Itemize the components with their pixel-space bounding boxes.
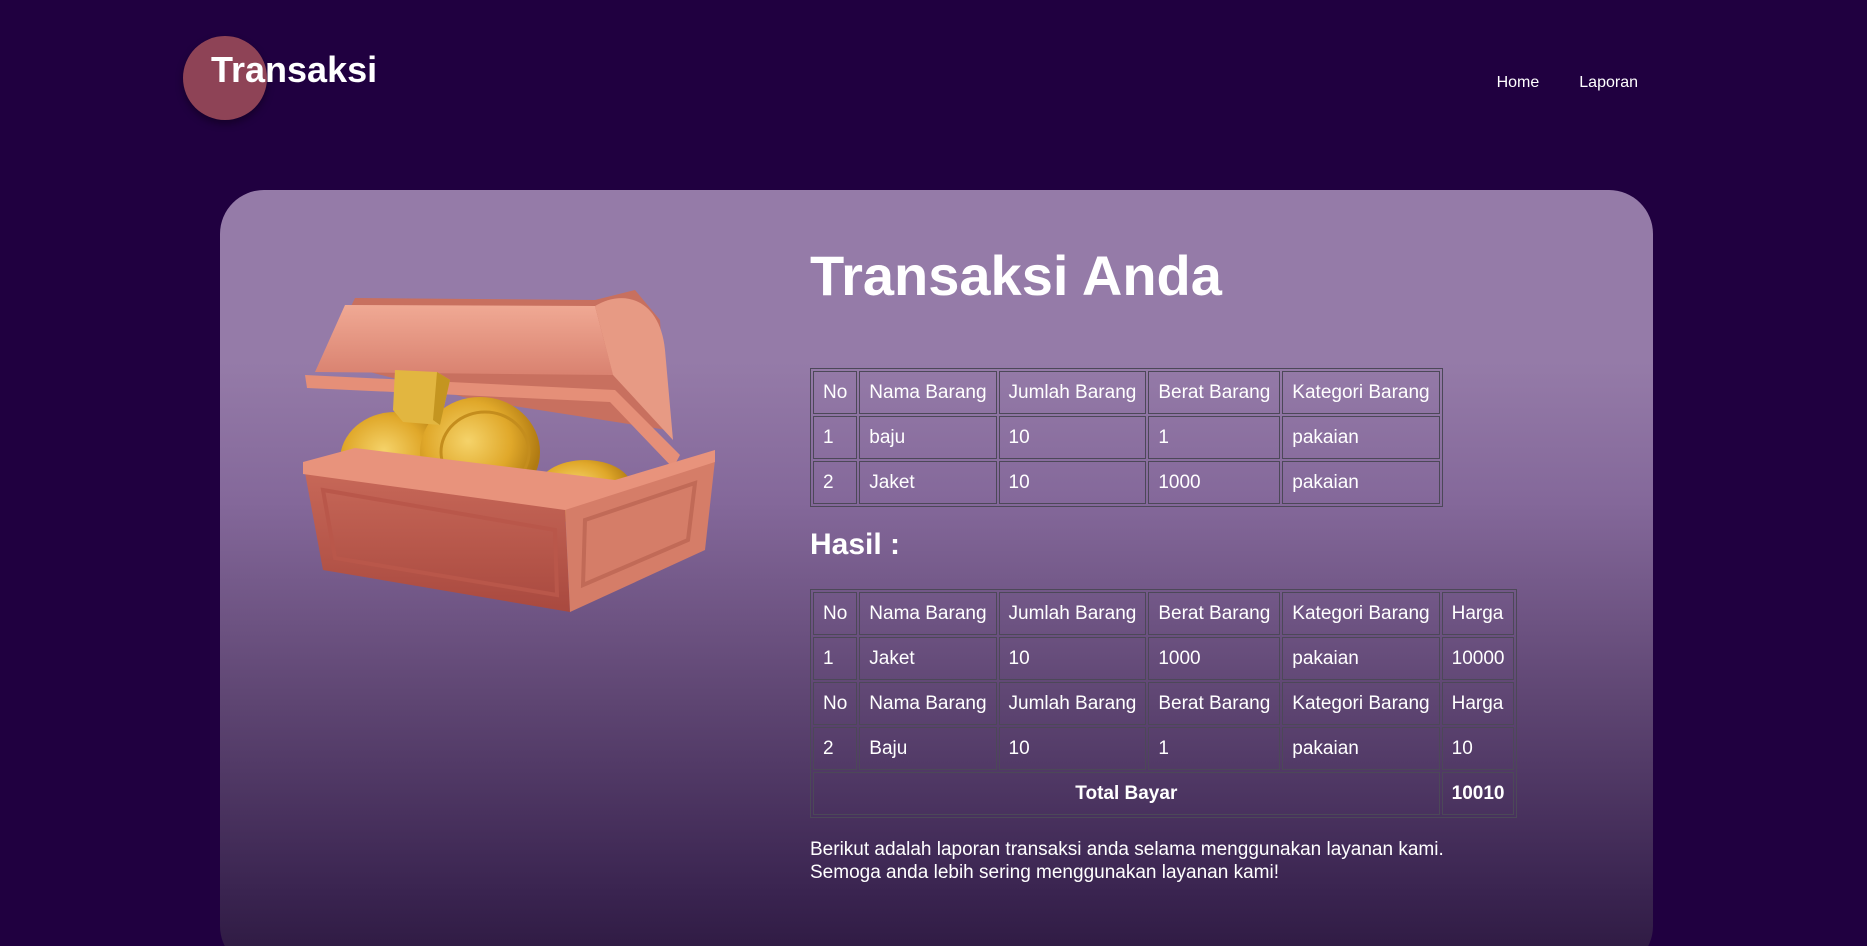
table-cell: Jaket [859,637,997,680]
table-row: 2 Jaket 10 1000 pakaian [813,461,1440,504]
total-value: 10010 [1441,772,1515,815]
column-header: Nama Barang [859,371,997,414]
table-cell: baju [859,416,997,459]
column-header: Jumlah Barang [998,592,1147,635]
nav-laporan-link[interactable]: Laporan [1579,74,1638,92]
report-note: Berikut adalah laporan transaksi anda se… [810,838,1444,884]
table-cell: 10 [998,416,1147,459]
column-header: Kategori Barang [1282,682,1440,725]
table-row: 2 Baju 10 1 pakaian 10 [813,727,1515,770]
note-line-2: Semoga anda lebih sering menggunakan lay… [810,862,1279,883]
column-header: No [813,592,858,635]
table-cell: 1000 [1148,637,1281,680]
column-header: Jumlah Barang [998,682,1147,725]
table-cell: 2 [813,461,858,504]
table-cell: 10000 [1441,637,1515,680]
table-header-row: No Nama Barang Jumlah Barang Berat Baran… [813,371,1440,414]
logo-text[interactable]: Transaksi [211,48,377,91]
table-header-row: No Nama Barang Jumlah Barang Berat Baran… [813,592,1515,635]
items-table: No Nama Barang Jumlah Barang Berat Baran… [810,368,1443,507]
nav-home-link[interactable]: Home [1497,74,1540,92]
table-cell: 1 [1148,727,1281,770]
table-cell: 1 [813,637,858,680]
column-header: Harga [1441,682,1515,725]
table-row: 1 Jaket 10 1000 pakaian 10000 [813,637,1515,680]
table-cell: 1000 [1148,461,1281,504]
table-cell: 10 [1441,727,1515,770]
column-header: Nama Barang [859,682,997,725]
table-cell: pakaian [1282,416,1440,459]
page-title: Transaksi Anda [810,244,1222,307]
column-header: Berat Barang [1148,592,1281,635]
table-cell: 10 [998,637,1147,680]
table-cell: pakaian [1282,727,1440,770]
total-row: Total Bayar 10010 [813,772,1515,815]
total-label: Total Bayar [813,772,1440,815]
table-cell: 10 [998,461,1147,504]
main-nav: Home Laporan [1497,74,1638,92]
table-row: 1 baju 10 1 pakaian [813,416,1440,459]
table-cell: Jaket [859,461,997,504]
note-line-1: Berikut adalah laporan transaksi anda se… [810,839,1444,860]
result-heading: Hasil : [810,528,901,561]
table-cell: 2 [813,727,858,770]
table-cell: 1 [1148,416,1281,459]
table-cell: pakaian [1282,637,1440,680]
table-cell: Baju [859,727,997,770]
column-header: Kategori Barang [1282,371,1440,414]
column-header: No [813,682,858,725]
column-header: Nama Barang [859,592,997,635]
page: Transaksi Home Laporan Transaksi Anda No… [0,0,1867,946]
column-header: Jumlah Barang [998,371,1147,414]
treasure-chest-icon [303,290,715,612]
table-cell: 10 [998,727,1147,770]
table-cell: 1 [813,416,858,459]
result-table: No Nama Barang Jumlah Barang Berat Baran… [810,589,1518,818]
table-cell: pakaian [1282,461,1440,504]
table-header-row: No Nama Barang Jumlah Barang Berat Baran… [813,682,1515,725]
column-header: Berat Barang [1148,682,1281,725]
column-header: No [813,371,858,414]
column-header: Harga [1441,592,1515,635]
column-header: Kategori Barang [1282,592,1440,635]
column-header: Berat Barang [1148,371,1281,414]
